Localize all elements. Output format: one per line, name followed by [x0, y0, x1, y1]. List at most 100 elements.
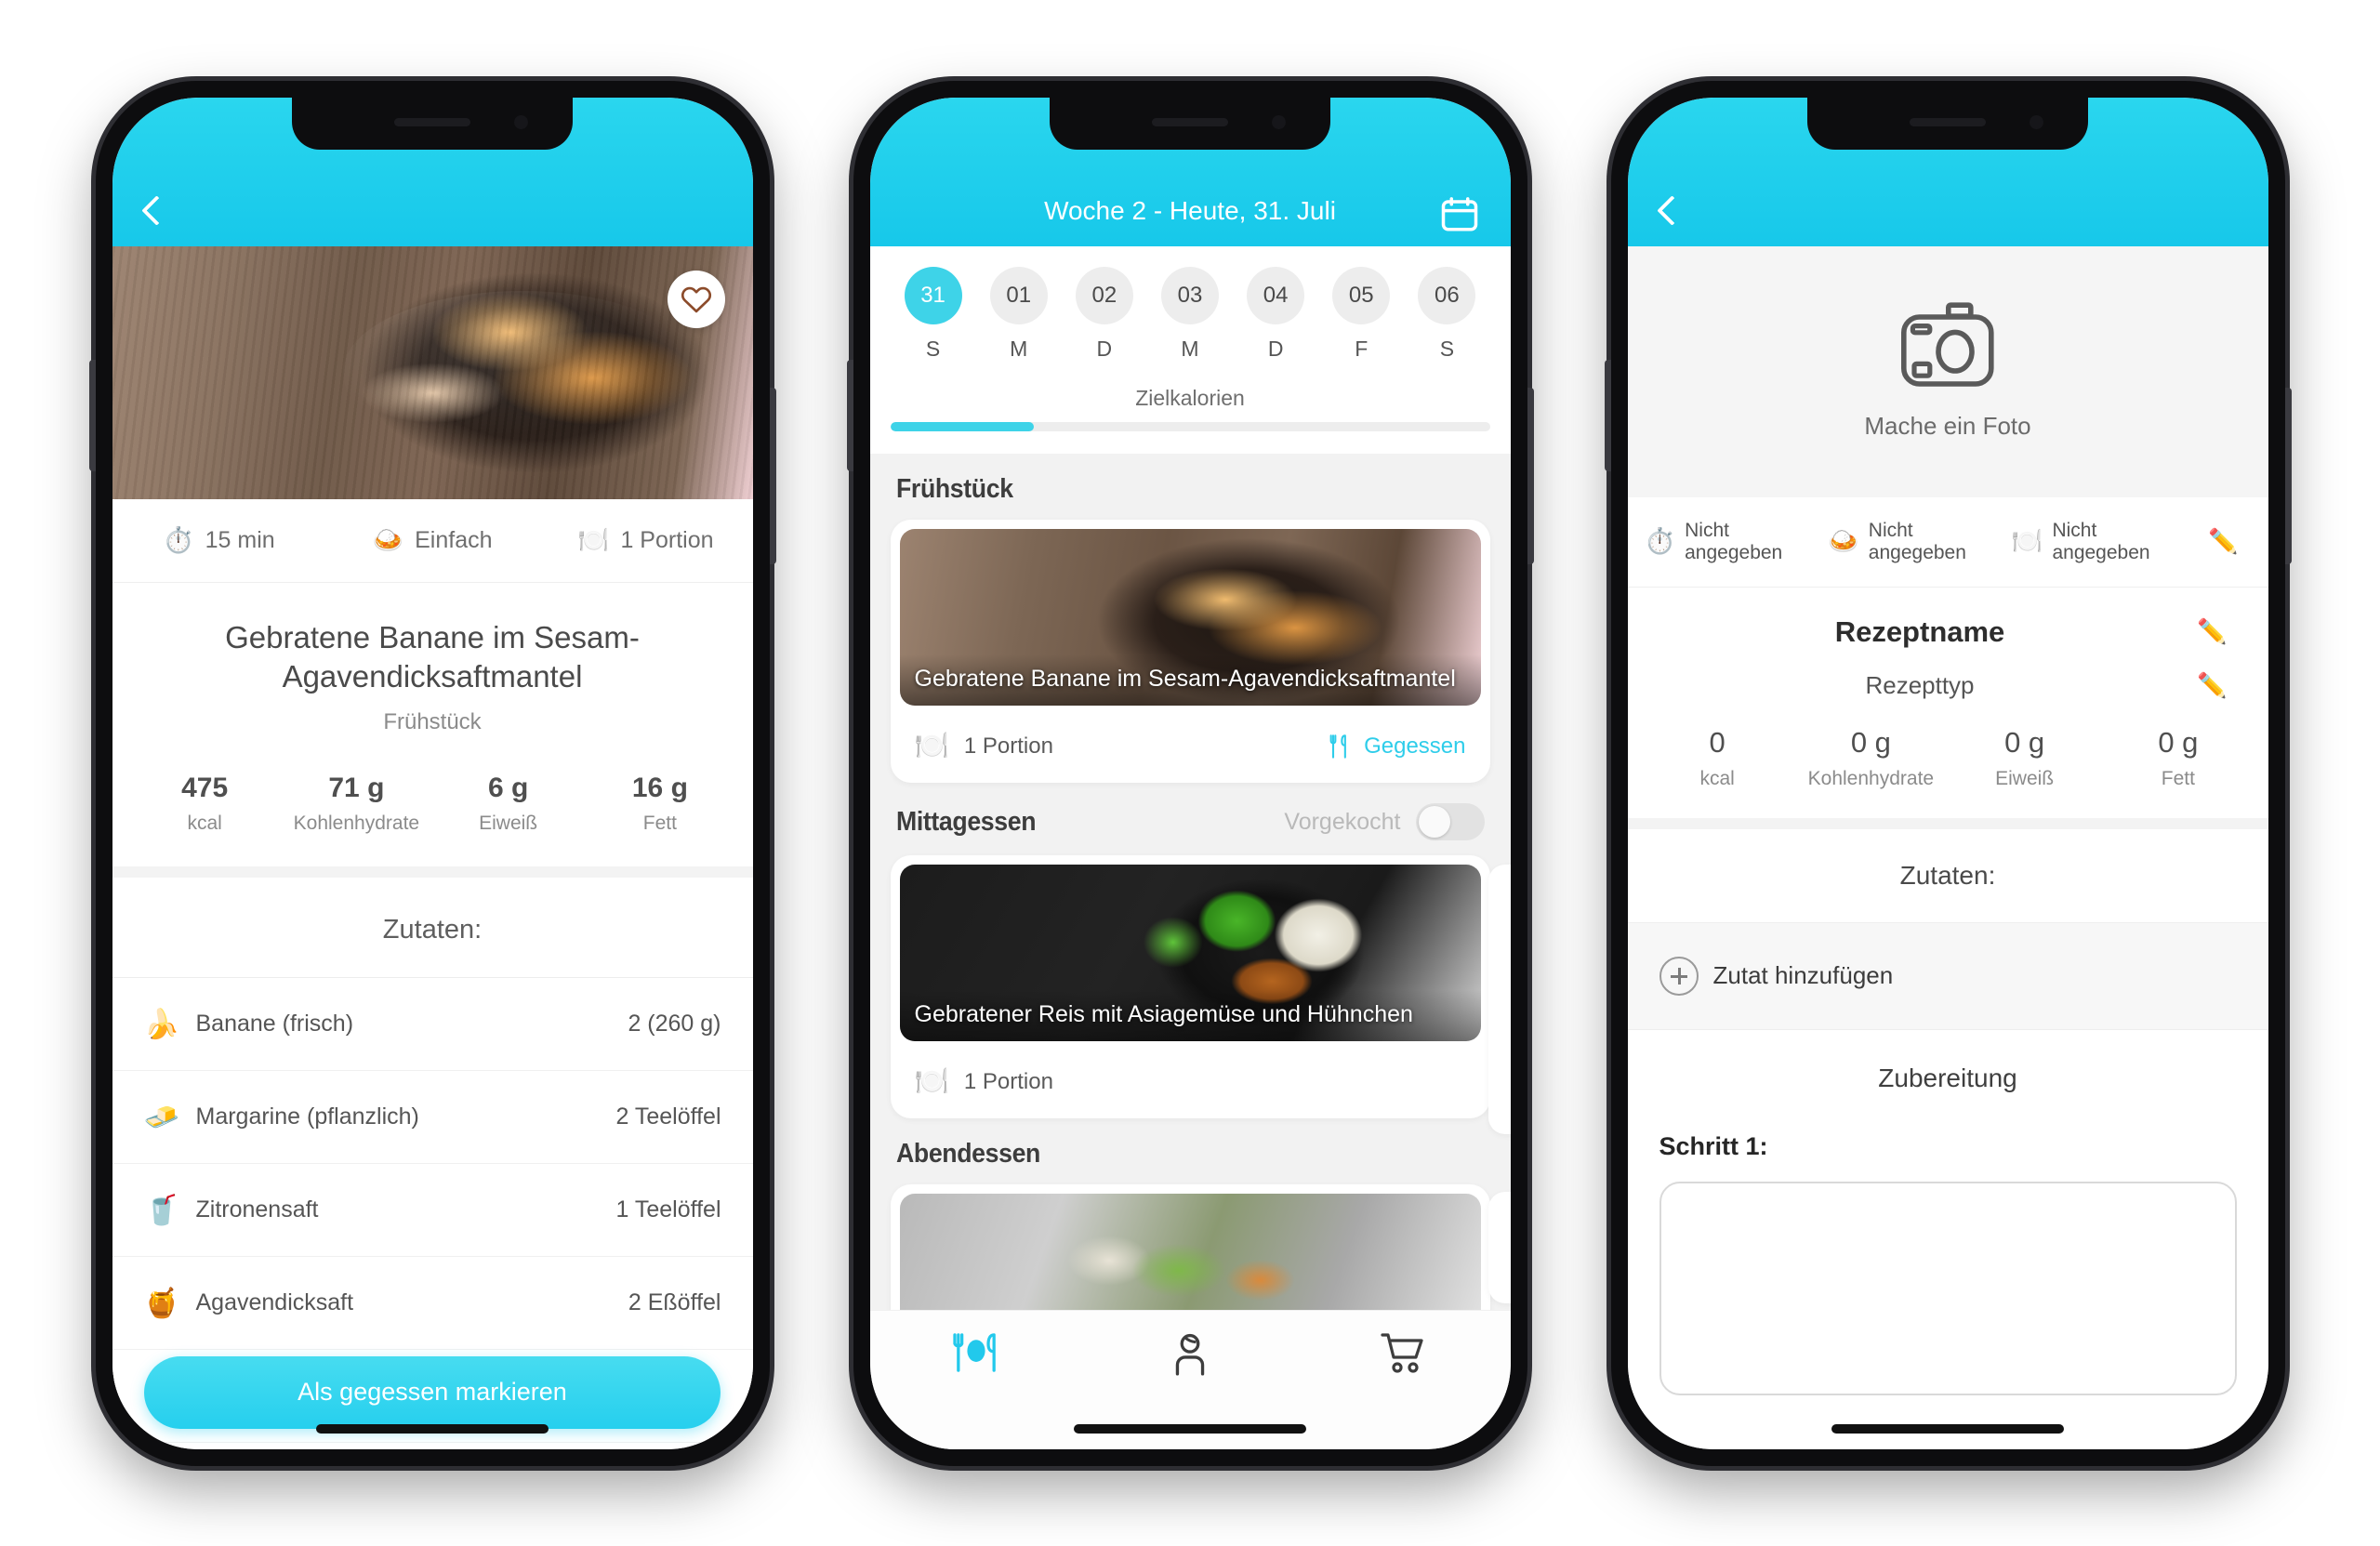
meta-item-difficulty: 🍛 Einfach	[325, 527, 539, 554]
date-col-5[interactable]: 05 F	[1318, 266, 1404, 362]
mark-eaten-wrap: Als gegessen markieren	[112, 1355, 753, 1429]
pencil-emoji[interactable]: ✏️	[2185, 671, 2241, 700]
recipe-name-field[interactable]: Rezeptname	[1656, 615, 2185, 649]
date-col-3[interactable]: 03 M	[1147, 266, 1233, 362]
ingredient-name: Zitronensaft	[195, 1196, 319, 1222]
list-item[interactable]: 🍯 Agavendicksaft 2 Eßöffel	[112, 1256, 753, 1350]
meal-card-breakfast[interactable]: Gebratene Banane im Sesam-Agavendicksaft…	[890, 520, 1490, 784]
add-ingredient-button[interactable]: Zutat hinzufügen	[1627, 922, 2268, 1030]
tab-profile[interactable]	[1083, 1331, 1297, 1378]
date-bubble[interactable]: 04	[1247, 266, 1305, 324]
meal-card-peek[interactable]	[1488, 865, 1511, 1135]
mark-as-eaten-button[interactable]: Als gegessen markieren	[144, 1355, 721, 1429]
plate-cutlery-emoji: 🍽️	[2011, 527, 2043, 555]
meal-card-dinner[interactable]	[890, 1184, 1490, 1310]
recipe-meal-type: Frühstück	[383, 708, 482, 734]
date-col-1[interactable]: 01 M	[976, 266, 1062, 362]
eaten-label: Gegessen	[1364, 733, 1466, 759]
calendar-icon[interactable]	[1440, 196, 1479, 233]
meal-card-title: Gebratene Banane im Sesam-Agavendicksaft…	[899, 654, 1481, 707]
ingredient-amount: 1 Teelöffel	[615, 1196, 721, 1222]
date-bubble[interactable]: 06	[1418, 266, 1476, 324]
tab-shopping[interactable]	[1297, 1331, 1511, 1376]
juice-glass-emoji: 🥤	[143, 1193, 180, 1226]
hero-pan-highlight	[342, 291, 702, 454]
plate-cutlery-emoji: 🍽️	[577, 525, 610, 554]
tab-meals[interactable]	[870, 1331, 1084, 1374]
nutrition-protein-label: Eiweiß	[479, 812, 538, 834]
recipe-create-scroll[interactable]: Mache ein Foto ⏱️ Nicht angegeben 🍛 Nich…	[1627, 245, 2268, 1449]
nutrition-kcal-label: kcal	[1699, 767, 1735, 789]
nutrition-kcal-value: 475	[181, 772, 229, 803]
list-item[interactable]: 🧈 Margarine (pflanzlich) 2 Teelöffel	[112, 1070, 753, 1164]
meal-card-lunch[interactable]: Gebratener Reis mit Asiagemüse und Hühnc…	[890, 855, 1490, 1119]
step-input[interactable]	[1659, 1181, 2237, 1395]
eaten-status-button[interactable]: Gegessen	[1327, 733, 1466, 760]
chevron-left-icon[interactable]	[1652, 194, 1684, 226]
phone-weekly-plan: Woche 2 - Heute, 31. Juli 31 S 01 M 02 D…	[846, 80, 1534, 1466]
meal-feed[interactable]: Frühstück Gebratene Banane im Sesam-Agav…	[869, 454, 1511, 1310]
date-dow: M	[1010, 336, 1028, 361]
date-bubble[interactable]: 01	[989, 266, 1048, 324]
take-photo-zone[interactable]: Mache ein Foto	[1627, 245, 2268, 497]
phone-recipe-create: Mache ein Foto ⏱️ Nicht angegeben 🍛 Nich…	[1604, 80, 2292, 1466]
meal-section-title: Frühstück	[895, 474, 1013, 505]
list-item[interactable]: 🍌 Banane (frisch) 2 (260 g)	[112, 977, 753, 1071]
fork-knife-icon	[1329, 733, 1346, 759]
notch-camera	[1272, 114, 1286, 129]
favorite-button[interactable]	[667, 270, 725, 328]
ingredient-amount: 2 Eßöffel	[628, 1288, 721, 1315]
ingredients-heading: Zutaten:	[112, 877, 753, 978]
recipe-create-nutrition-row: 0 kcal 0 g Kohlenhydrate 0 g Eiweiß 0 g …	[1627, 700, 2268, 829]
plate-cutlery-icon	[953, 1332, 997, 1372]
date-bubble[interactable]: 05	[1332, 266, 1391, 324]
pencil-emoji[interactable]: ✏️	[2196, 527, 2252, 556]
meta-time-label: Nicht angegeben	[1685, 519, 1783, 563]
list-item[interactable]: 🥤 Zitronensaft 1 Teelöffel	[112, 1163, 753, 1257]
meal-card-image: Gebratener Reis mit Asiagemüse und Hühnc…	[899, 865, 1481, 1042]
meta-item-time: ⏱️ 15 min	[112, 527, 326, 554]
meta-time-label: 15 min	[205, 526, 275, 553]
meal-section-header-dinner: Abendessen	[870, 1118, 1511, 1184]
meal-card-portion: 1 Portion	[963, 1068, 1053, 1094]
date-col-0[interactable]: 31 S	[891, 266, 976, 362]
recipe-detail-scroll[interactable]: ⏱️ 15 min 🍛 Einfach 🍽️ 1 Portion Gebrate…	[112, 245, 753, 1449]
date-col-2[interactable]: 02 D	[1062, 266, 1147, 362]
nutrition-fat: 16 g Fett	[584, 773, 735, 835]
plus-circle-icon	[1659, 956, 1699, 996]
ingredients-heading: Zutaten:	[1627, 828, 2268, 923]
notch-speaker	[394, 117, 470, 126]
meta-item-difficulty[interactable]: 🍛 Nicht angegeben	[1828, 520, 2012, 564]
date-bubble[interactable]: 03	[1160, 266, 1219, 324]
step-label: Schritt 1:	[1659, 1131, 1768, 1160]
meta-difficulty-label: Einfach	[415, 526, 493, 553]
meal-card-peek[interactable]	[1488, 1192, 1511, 1304]
date-col-6[interactable]: 06 S	[1404, 266, 1489, 362]
nutrition-fat-value: 0 g	[2158, 725, 2199, 759]
toggle-knob	[1418, 806, 1450, 839]
recipe-type-field[interactable]: Rezepttyp	[1656, 671, 2185, 700]
nutrition-protein-value: 6 g	[487, 772, 529, 803]
precooked-toggle[interactable]	[1415, 803, 1485, 841]
meta-portion-label: Nicht angegeben	[2052, 519, 2150, 563]
camera-icon	[1901, 302, 1994, 387]
chevron-left-icon[interactable]	[137, 194, 168, 226]
plate-cutlery-emoji: 🍽️	[914, 731, 949, 762]
date-bubble[interactable]: 31	[904, 266, 962, 324]
meal-section-title: Abendessen	[895, 1139, 1040, 1169]
meta-item-portion: 🍽️ 1 Portion	[539, 527, 753, 554]
date-bubble[interactable]: 02	[1075, 266, 1133, 324]
meta-item-time[interactable]: ⏱️ Nicht angegeben	[1645, 520, 1829, 564]
phone-notch	[292, 97, 573, 150]
goal-calories-label: Zielkalorien	[869, 370, 1511, 422]
date-col-4[interactable]: 04 D	[1233, 266, 1318, 362]
stopwatch-emoji: ⏱️	[163, 525, 194, 554]
meta-item-portion[interactable]: 🍽️ Nicht angegeben	[2012, 520, 2196, 564]
recipe-name-row: Rezeptname ✏️	[1628, 588, 2268, 649]
date-strip[interactable]: 31 S 01 M 02 D 03 M 04 D 05 F 06 S	[869, 245, 1511, 371]
pencil-emoji[interactable]: ✏️	[2185, 617, 2241, 646]
recipe-nutrition-row: 475 kcal 71 g Kohlenhydrate 6 g Eiweiß 1…	[112, 735, 753, 878]
notch-speaker	[1910, 117, 1986, 126]
ingredient-name: Agavendicksaft	[195, 1288, 354, 1315]
goal-calories-fill	[890, 421, 1035, 432]
